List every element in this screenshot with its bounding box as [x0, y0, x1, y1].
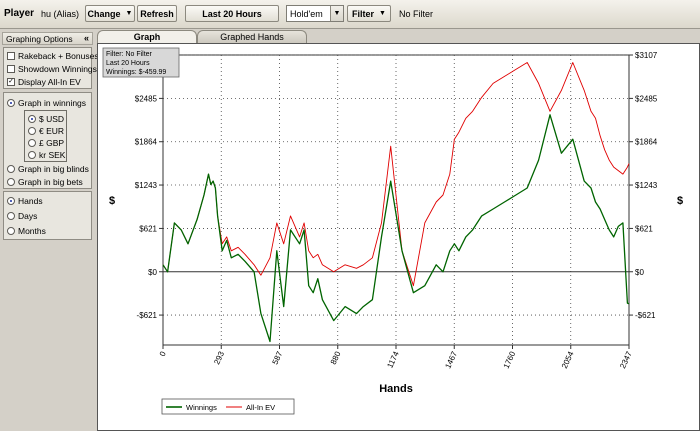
graphing-options-sidebar: Graphing Options « Rakeback + Bonuses Sh… [0, 29, 99, 431]
radio-icon[interactable] [7, 227, 15, 235]
currency-eur-radio[interactable]: € EUR [28, 125, 64, 137]
y-tick-label-right: -$621 [635, 311, 656, 320]
chart-area: 0 293 587 880 1174 1467 1760 2054 2347 -$621 -$621… [97, 43, 700, 431]
y-axis-title-left: $ [109, 195, 115, 207]
rakeback-checkbox[interactable]: Rakeback + Bonuses [7, 50, 99, 62]
radio-label: kr SEK [39, 150, 66, 160]
showdown-checkbox[interactable]: Showdown Winnings [7, 63, 97, 75]
x-axis-hands-radio[interactable]: Hands [7, 195, 43, 207]
currency-sek-radio[interactable]: kr SEK [28, 149, 65, 161]
y-tick-label-left: $2485 [135, 94, 158, 103]
y-tick-label-right: $3107 [635, 51, 658, 60]
radio-icon[interactable] [28, 139, 36, 147]
tab-graph[interactable]: Graph [97, 30, 197, 43]
y-tick-label-left: $0 [148, 268, 157, 277]
x-tick-label: 2054 [560, 350, 576, 370]
x-tick-label: 1174 [385, 350, 401, 370]
player-alias: hu (Alias) [41, 8, 80, 19]
x-axis-title: Hands [379, 383, 413, 395]
radio-icon[interactable] [7, 165, 15, 173]
currency-usd-radio[interactable]: $ USD [28, 113, 64, 125]
x-tick-label: 1467 [443, 350, 459, 370]
double-chevron-left-icon[interactable]: « [84, 33, 89, 43]
currency-panel: $ USD € EUR £ GBP kr SEK [24, 110, 67, 162]
change-button[interactable]: Change ▼ [85, 5, 135, 22]
graph-in-big-blinds-radio[interactable]: Graph in big blinds [7, 163, 89, 175]
player-label: Player [4, 8, 35, 19]
radio-selected-icon[interactable] [7, 197, 15, 205]
y-tick-label-left: -$621 [137, 311, 158, 320]
dropdown-arrow-icon: ▼ [379, 10, 386, 17]
y-tick-label-right: $1243 [635, 181, 658, 190]
refresh-button[interactable]: Refresh [137, 5, 177, 22]
display-options-panel: Rakeback + Bonuses Showdown Winnings ✓ Di… [3, 47, 99, 89]
filter-button[interactable]: Filter ▼ [347, 5, 391, 22]
game-type-value: Hold'em [290, 8, 323, 19]
y-tick-label-left: $621 [139, 224, 157, 233]
checkbox-label: Showdown Winnings [18, 64, 97, 74]
x-axis-months-radio[interactable]: Months [7, 225, 46, 237]
y-tick-label-right: $2485 [635, 94, 658, 103]
radio-selected-icon[interactable] [7, 99, 15, 107]
legend-label: Winnings [186, 403, 217, 412]
y-tick-label-right: $621 [635, 224, 653, 233]
y-tick-label-left: $1864 [135, 138, 158, 147]
radio-label: Days [18, 211, 38, 221]
toolbar: Player hu (Alias) Change ▼ Refresh Last 2… [0, 0, 700, 29]
change-button-label: Change [87, 8, 121, 19]
radio-icon[interactable] [7, 212, 15, 220]
x-tick-label: 293 [212, 350, 226, 366]
checkbox-icon[interactable] [7, 65, 15, 73]
graphing-options-header: Graphing Options « [2, 32, 93, 45]
tab-graphed-hands[interactable]: Graphed Hands [197, 30, 307, 43]
radio-label: € EUR [39, 126, 65, 136]
dropdown-arrow-icon: ▼ [125, 10, 133, 17]
info-box-line: Winnings: $-459.99 [106, 69, 166, 76]
radio-icon[interactable] [7, 178, 15, 186]
x-tick-label: 2347 [618, 350, 634, 370]
radio-label: $ USD [39, 114, 65, 124]
filter-status: No Filter [399, 8, 434, 19]
view-tabs: Graph Graphed Hands [97, 29, 700, 43]
x-tick-label: 587 [271, 350, 285, 366]
radio-icon[interactable] [28, 127, 36, 135]
allin-ev-checkbox[interactable]: ✓ Display All-In EV [7, 76, 81, 88]
y-axis-title-right: $ [677, 195, 683, 207]
radio-selected-icon[interactable] [28, 115, 36, 123]
winnings-chart: 0 293 587 880 1174 1467 1760 2054 2347 -$621 -$621… [102, 47, 683, 415]
y-tick-label-right: $0 [635, 268, 644, 277]
x-axis-days-radio[interactable]: Days [7, 210, 37, 222]
date-range-button[interactable]: Last 20 Hours [185, 5, 279, 22]
checkmark-icon[interactable]: ✓ [7, 78, 15, 86]
checkbox-label: Display All-In EV [18, 77, 81, 87]
currency-gbp-radio[interactable]: £ GBP [28, 137, 64, 149]
filter-button-label: Filter [352, 8, 375, 19]
legend-label: All-In EV [246, 403, 275, 412]
radio-label: Graph in big bets [18, 177, 83, 187]
x-axis-mode-panel: Hands Days Months [3, 191, 92, 240]
chevron-down-icon[interactable]: ▼ [330, 6, 343, 21]
radio-label: Months [18, 226, 46, 236]
radio-label: Graph in winnings [18, 98, 87, 108]
graph-in-big-bets-radio[interactable]: Graph in big bets [7, 176, 83, 188]
x-tick-label: 880 [329, 350, 343, 366]
graphing-options-title: Graphing Options [6, 33, 73, 44]
radio-label: £ GBP [39, 138, 65, 148]
y-tick-label-left: $1243 [135, 181, 158, 190]
radio-label: Hands [18, 196, 43, 206]
radio-icon[interactable] [28, 151, 36, 159]
checkbox-icon[interactable] [7, 52, 15, 60]
info-box-line: Filter: No Filter [106, 51, 153, 58]
x-tick-label: 1760 [502, 350, 518, 370]
radio-label: Graph in big blinds [18, 164, 89, 174]
x-tick-label: 0 [158, 350, 168, 358]
checkbox-label: Rakeback + Bonuses [18, 51, 99, 61]
y-tick-label-right: $1864 [635, 138, 658, 147]
game-type-select[interactable]: Hold'em ▼ [286, 5, 344, 22]
info-box-line: Last 20 Hours [106, 60, 150, 67]
graph-in-winnings-radio[interactable]: Graph in winnings [7, 97, 86, 109]
